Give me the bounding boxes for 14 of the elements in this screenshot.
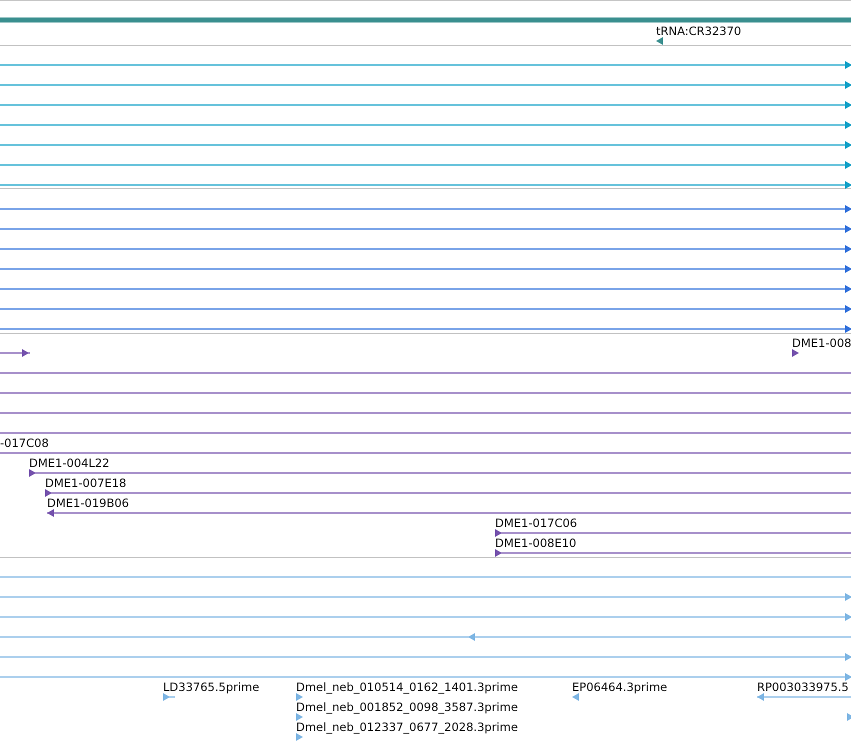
- feature-label: DME1-008: [792, 336, 851, 350]
- feature-label: -017C08: [0, 436, 49, 450]
- feature-label: EP06464.3prime: [572, 680, 668, 694]
- feature-label: DME1-017C06: [495, 516, 578, 530]
- feature-label: Dmel_neb_012337_0677_2028.3prime: [296, 720, 518, 734]
- feature-label: Dmel_neb_010514_0162_1401.3prime: [296, 680, 518, 694]
- feature-label: RP003033975.5: [757, 680, 849, 694]
- feature-label: LD33765.5prime: [163, 680, 260, 694]
- feature-label: DME1-008E10: [495, 536, 576, 550]
- feature-label: tRNA:CR32370: [656, 24, 742, 38]
- feature-label: DME1-004L22: [29, 456, 110, 470]
- feature-label: DME1-007E18: [45, 476, 126, 490]
- feature-label: Dmel_neb_001852_0098_3587.3prime: [296, 700, 518, 714]
- feature-label: DME1-019B06: [47, 496, 129, 510]
